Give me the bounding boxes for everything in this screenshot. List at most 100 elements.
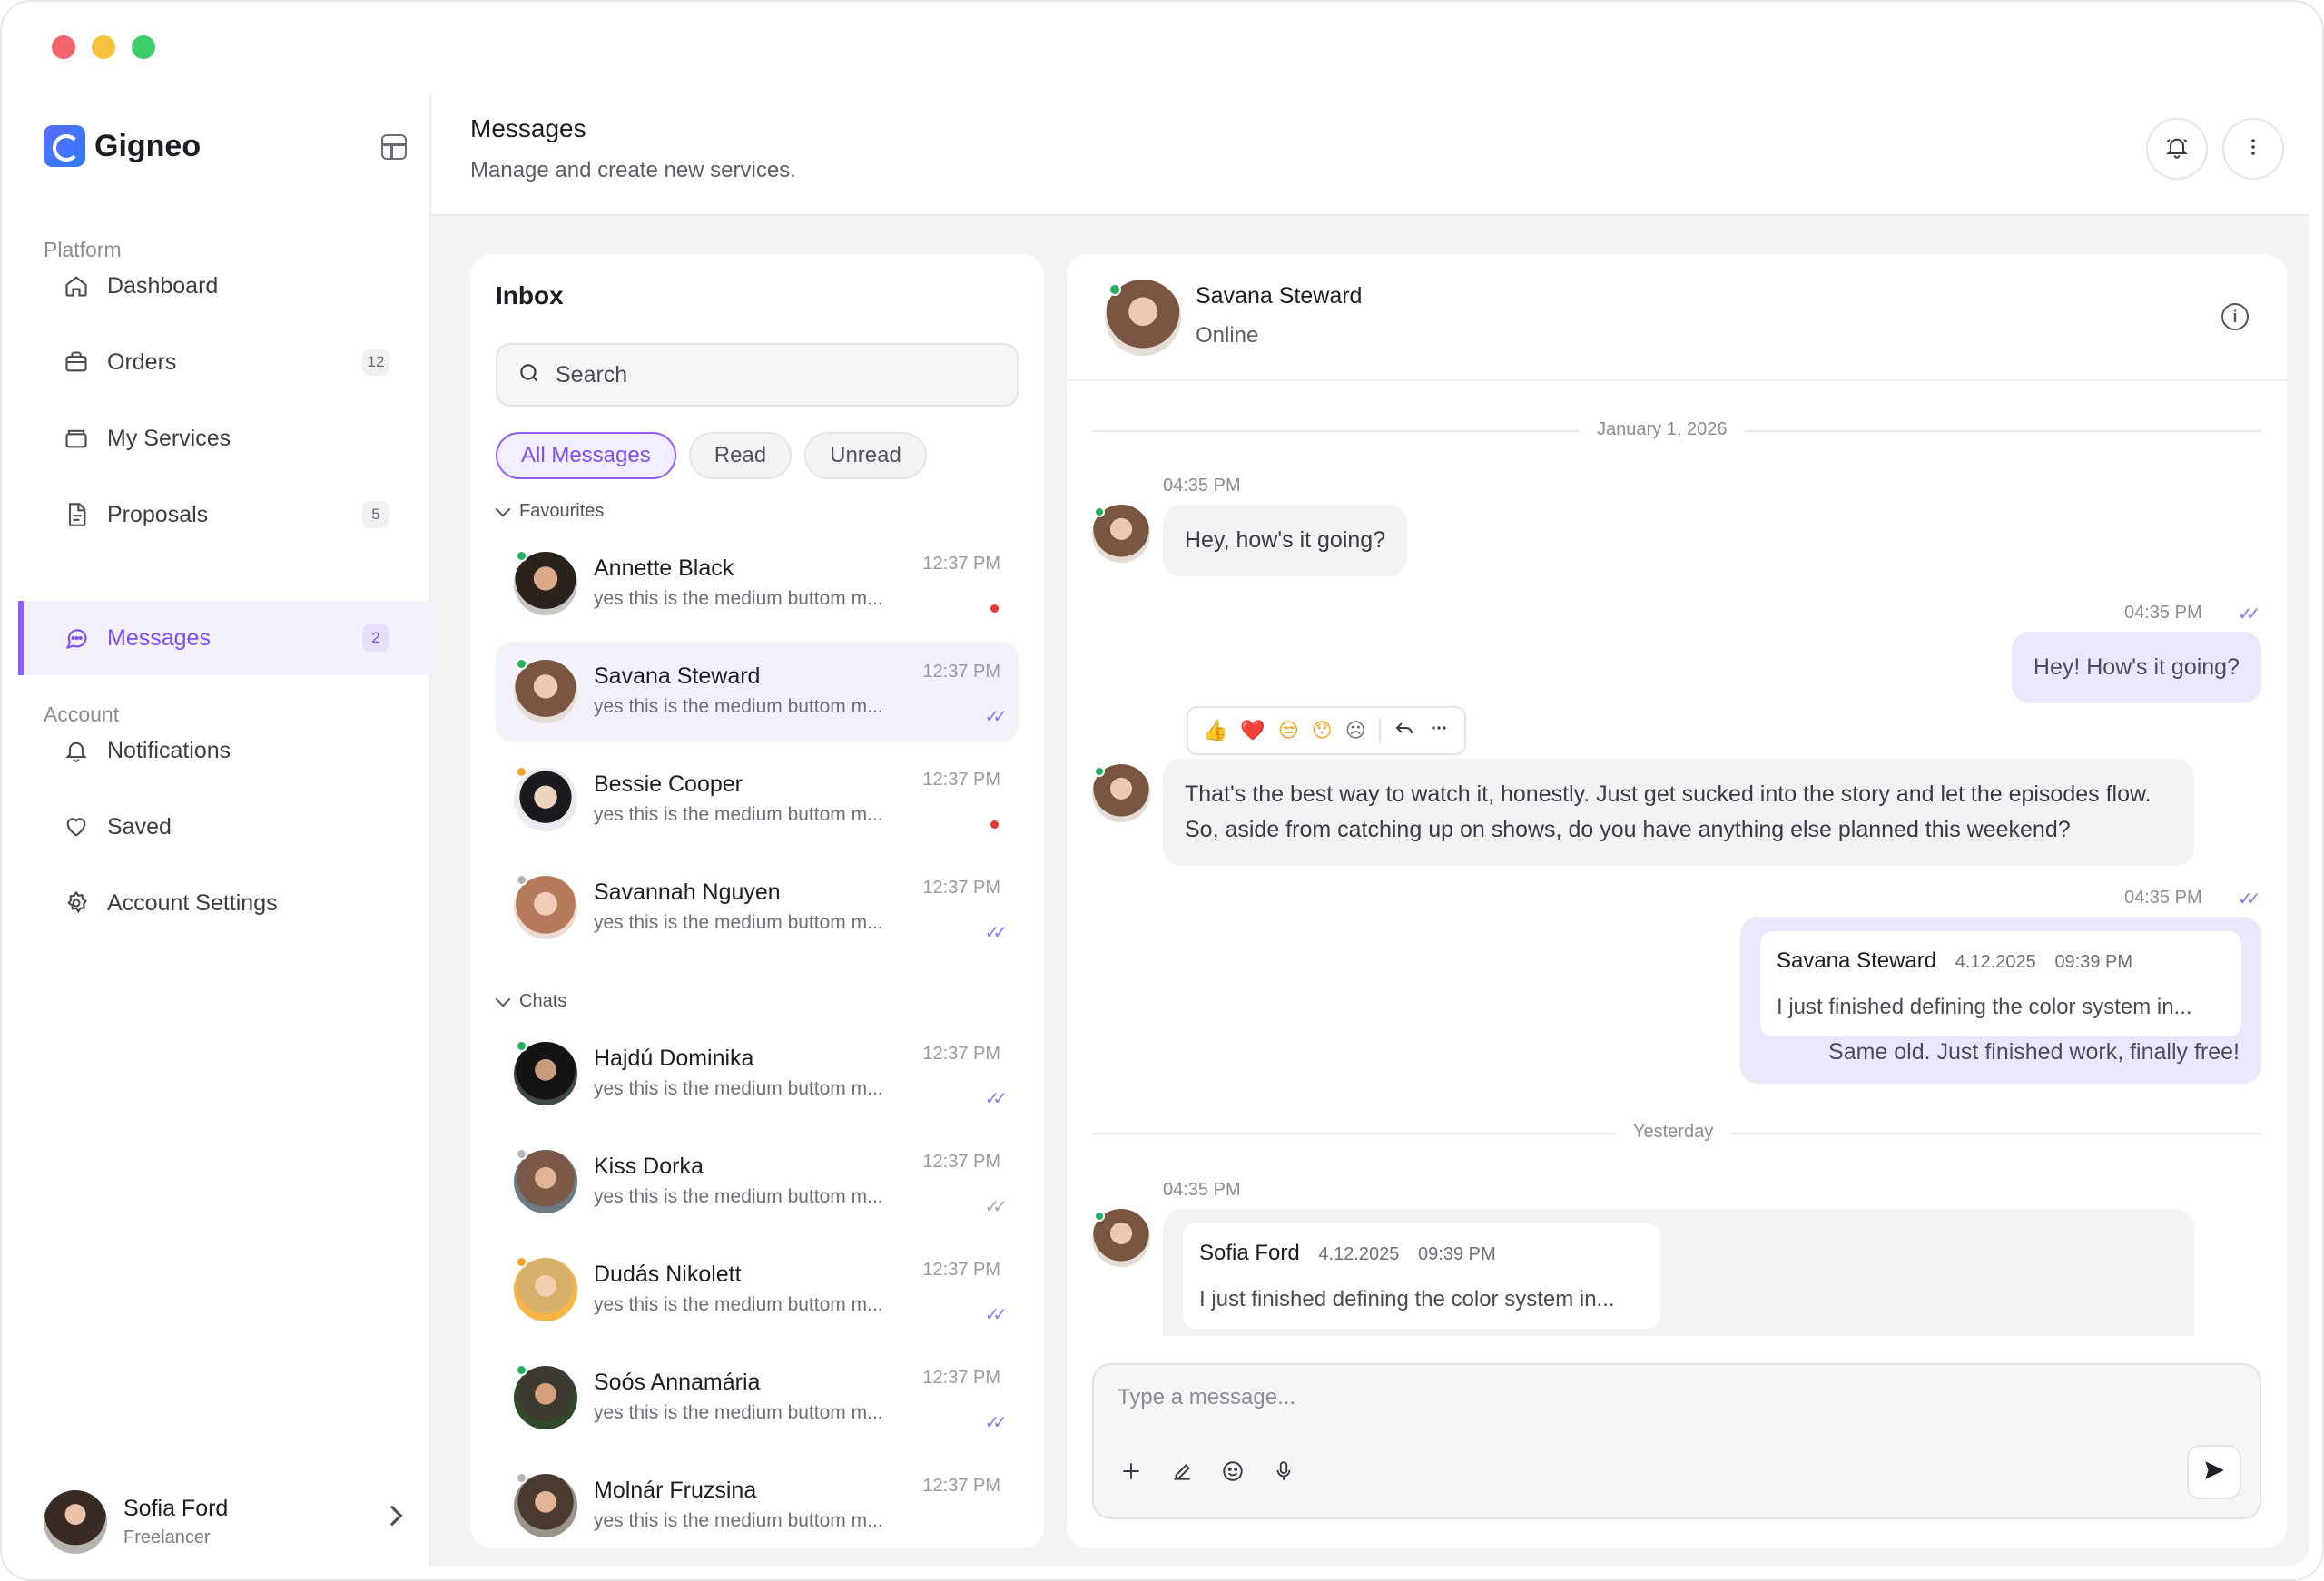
surprised-reaction[interactable]: 😯 (1312, 719, 1333, 742)
double-check-icon: ✓✓ (984, 1413, 1007, 1433)
message-bubble-incoming[interactable]: That's the best way to watch it, honestl… (1163, 759, 2194, 866)
chat-header: Savana Steward Online i (1067, 254, 2287, 381)
sidebar-item-notifications[interactable]: Notifications (18, 713, 431, 788)
presence-indicator (516, 874, 527, 886)
heart-reaction[interactable]: ❤️ (1240, 719, 1265, 742)
quote-author: Sofia Ford (1199, 1241, 1300, 1265)
reply-icon[interactable] (1393, 717, 1415, 744)
sidebar-item-saved[interactable]: Saved (18, 790, 431, 864)
send-button[interactable] (2187, 1445, 2241, 1499)
close-window-button[interactable] (52, 35, 75, 59)
page-title: Messages (470, 114, 586, 142)
plus-icon[interactable] (1118, 1458, 1145, 1485)
sidebar-item-account-settings[interactable]: Account Settings (18, 866, 431, 940)
window-controls (52, 35, 155, 59)
emoji-icon[interactable] (1219, 1458, 1246, 1485)
bell-icon (62, 736, 91, 765)
double-check-icon: ✓✓ (984, 923, 1007, 943)
presence-indicator (516, 766, 527, 778)
quote-time: 09:39 PM (1418, 1244, 1496, 1264)
chats-group-toggle[interactable]: Chats (495, 991, 566, 1012)
thumbs-up-reaction[interactable]: 👍 (1203, 719, 1227, 742)
search-box[interactable] (496, 343, 1019, 407)
favourites-group-toggle[interactable]: Favourites (495, 501, 604, 522)
conversation-item[interactable]: Hajdú Dominika yes this is the medium bu… (496, 1024, 1019, 1124)
sidebar-toggle-icon[interactable] (381, 134, 407, 160)
pen-icon[interactable] (1168, 1458, 1196, 1485)
filter-read[interactable]: Read (688, 432, 793, 479)
conversation-item[interactable]: Savannah Nguyen yes this is the medium b… (496, 858, 1019, 957)
conversation-item[interactable]: Dudás Nikolett yes this is the medium bu… (496, 1240, 1019, 1340)
message-bubble-outgoing[interactable]: Hey! How's it going? (2011, 632, 2261, 703)
search-input[interactable] (556, 361, 991, 388)
presence-indicator (516, 658, 527, 670)
briefcase-icon (62, 348, 91, 377)
presence-indicator (516, 1040, 527, 1052)
conversation-item[interactable]: Soós Annamária yes this is the medium bu… (496, 1348, 1019, 1448)
frown-reaction[interactable]: ☹ (1345, 719, 1366, 742)
quoted-message[interactable]: Sofia Ford 4.12.2025 09:39 PM I just fin… (1183, 1223, 1660, 1330)
sidebar-item-messages[interactable]: Messages 2 (18, 601, 431, 675)
quote-time: 09:39 PM (2054, 952, 2133, 972)
conversation-time: 12:37 PM (922, 770, 1000, 790)
conversation-item[interactable]: Annette Black yes this is the medium but… (496, 534, 1019, 633)
user-profile[interactable]: Sofia Ford Freelancer (44, 1490, 228, 1554)
presence-indicator (516, 550, 527, 562)
send-icon (2202, 1458, 2226, 1487)
sidebar-item-label: Messages (107, 624, 211, 651)
message-time: 04:35 PM (1163, 1180, 1241, 1200)
message-bubble-incoming[interactable]: Hey, how's it going? (1163, 505, 1408, 576)
conversation-name: Dudás Nikolett (594, 1262, 742, 1287)
info-icon[interactable]: i (2221, 303, 2249, 330)
message-bubble-incoming[interactable]: Sofia Ford 4.12.2025 09:39 PM I just fin… (1163, 1209, 2194, 1336)
double-check-icon: ✓✓ (2238, 889, 2260, 909)
box-icon (62, 424, 91, 453)
conversation-preview: yes this is the medium buttom m... (594, 588, 883, 609)
message-bubble-outgoing[interactable]: Savana Steward 4.12.2025 09:39 PM I just… (1740, 917, 2261, 1084)
microphone-icon[interactable] (1270, 1458, 1297, 1485)
conversation-item[interactable]: Savana Steward yes this is the medium bu… (496, 642, 1019, 741)
presence-indicator (1094, 766, 1105, 777)
conversation-item[interactable]: Molnár Fruzsina yes this is the medium b… (496, 1456, 1019, 1548)
quote-date: 4.12.2025 (1955, 952, 2036, 972)
conversation-preview: yes this is the medium buttom m... (594, 804, 883, 825)
app-window: Gigneo Platform Dashboard Orders 12 My S… (0, 0, 2324, 1581)
double-check-icon: ✓✓ (984, 707, 1007, 727)
unamused-reaction[interactable]: 😒 (1278, 719, 1299, 742)
conversation-name: Bessie Cooper (594, 771, 743, 797)
conversation-item[interactable]: Bessie Cooper yes this is the medium but… (496, 750, 1019, 849)
message-filters: All Messages Read Unread (496, 432, 927, 479)
filter-unread[interactable]: Unread (804, 432, 927, 479)
sidebar-item-label: Dashboard (107, 272, 219, 299)
more-options-button[interactable] (2222, 118, 2284, 180)
filter-all-messages[interactable]: All Messages (496, 432, 676, 479)
double-check-icon: ✓✓ (984, 1089, 1007, 1109)
sidebar-item-label: My Services (107, 425, 231, 451)
more-horizontal-icon[interactable] (1428, 717, 1450, 744)
avatar (44, 1490, 107, 1554)
sidebar-item-proposals[interactable]: Proposals 5 (18, 477, 431, 552)
conversation-name: Savana Steward (594, 663, 761, 689)
presence-indicator (1094, 1211, 1105, 1222)
quote-date: 4.12.2025 (1318, 1244, 1400, 1264)
conversation-preview: yes this is the medium buttom m... (594, 1294, 883, 1315)
conversation-preview: yes this is the medium buttom m... (594, 1186, 883, 1207)
sidebar-item-orders[interactable]: Orders 12 (18, 325, 431, 399)
minimize-window-button[interactable] (92, 35, 115, 59)
sidebar-item-dashboard[interactable]: Dashboard (18, 249, 431, 323)
message-composer (1092, 1363, 2261, 1519)
composer-actions (1118, 1458, 1297, 1485)
message-input[interactable] (1118, 1385, 2207, 1421)
brand-logo[interactable]: Gigneo (44, 125, 201, 167)
sidebar-item-my-services[interactable]: My Services (18, 401, 431, 476)
quoted-message[interactable]: Savana Steward 4.12.2025 09:39 PM I just… (1760, 931, 2241, 1037)
maximize-window-button[interactable] (132, 35, 155, 59)
chat-panel: Savana Steward Online i January 1, 2026 … (1067, 254, 2287, 1548)
notifications-button[interactable] (2146, 118, 2208, 180)
quote-author: Savana Steward (1777, 948, 1937, 973)
orders-count-badge: 12 (362, 349, 389, 376)
sidebar-item-label: Proposals (107, 501, 209, 527)
double-check-icon: ✓✓ (984, 1197, 1007, 1217)
conversation-item[interactable]: Kiss Dorka yes this is the medium buttom… (496, 1132, 1019, 1232)
chevron-right-icon[interactable] (381, 1505, 403, 1527)
